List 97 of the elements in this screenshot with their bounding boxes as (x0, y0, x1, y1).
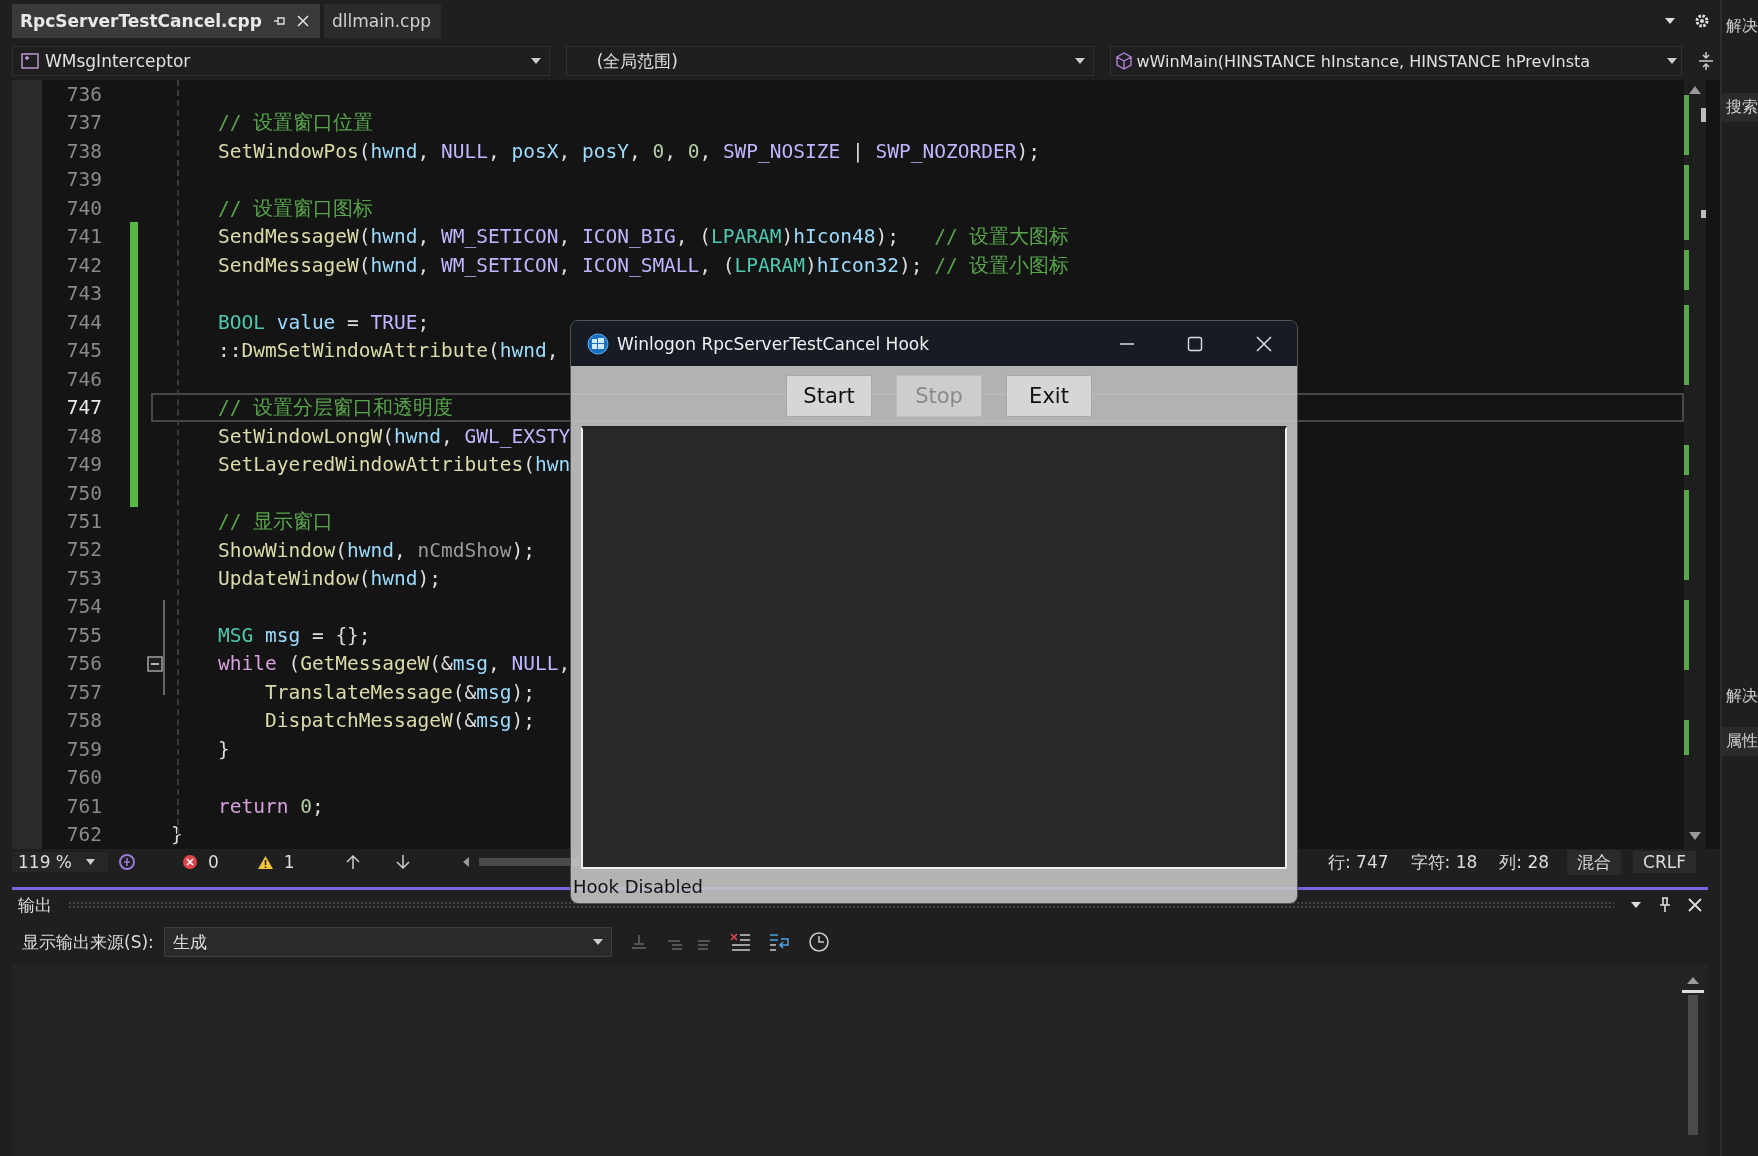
collapse-icon[interactable] (146, 655, 163, 672)
caret-icon (530, 58, 541, 64)
warning-count: 1 (283, 852, 295, 872)
line-number: 755 (65, 623, 102, 647)
settings-icon[interactable] (1694, 13, 1710, 29)
line-number: 739 (65, 168, 102, 192)
dropdown-caret-icon[interactable] (1664, 17, 1676, 25)
project-icon (21, 53, 39, 69)
split-icon[interactable] (1698, 51, 1714, 71)
line-number: 741 (65, 225, 102, 249)
side-panel-tab[interactable]: 解决 (1722, 12, 1758, 41)
line-number: 756 (65, 652, 102, 676)
dropdown-caret-icon[interactable] (1630, 901, 1642, 909)
code-line: ShowWindow(hwnd, nCmdShow); (217, 538, 535, 562)
code-line: TranslateMessage(&msg); (264, 680, 535, 704)
code-line: } (217, 737, 230, 761)
line-number: 761 (65, 794, 102, 818)
caret-icon (1074, 58, 1085, 64)
caret-icon (592, 939, 603, 945)
window-title: Winlogon RpcServerTestCancel Hook (617, 333, 930, 354)
code-line: UpdateWindow(hwnd); (217, 567, 442, 590)
code-line: return 0; (217, 794, 324, 818)
line-number: 736 (65, 82, 102, 106)
code-line: ::DwmSetWindowAttribute(hwnd, (217, 339, 559, 363)
code-line: while (GetMessageW(&msg, NULL, (217, 652, 571, 676)
side-panel-tab[interactable]: 属性 (1722, 727, 1758, 756)
word-wrap-icon[interactable] (767, 931, 792, 953)
maximize-icon[interactable] (1187, 335, 1203, 352)
line-number: 749 (65, 453, 102, 477)
code-line: // 设置窗口位置 (217, 110, 374, 137)
line-number: 745 (65, 339, 102, 363)
line-indicator: 行: 747 (1327, 850, 1389, 874)
error-icon[interactable] (182, 854, 198, 870)
pin-icon[interactable] (271, 14, 286, 28)
line-ending-selector[interactable]: CRLF (1633, 851, 1696, 873)
code-line: // 设置窗口图标 (217, 195, 374, 222)
line-number: 753 (65, 566, 102, 590)
code-line: SetWindowPos(hwnd, NULL, posX, posY, 0, 0, SWP_NOSIZE | SWP_NOZORDER); (217, 139, 1040, 163)
code-line: SetWindowLongW(hwnd, GWL_EXSTY (217, 424, 571, 448)
scope-dropdown[interactable]: (全局范围) (565, 46, 1094, 76)
line-number: 744 (65, 310, 102, 334)
line-number: 748 (65, 424, 102, 448)
scroll-bar[interactable] (1684, 80, 1706, 849)
error-count: 0 (208, 852, 219, 872)
line-number: 746 (65, 367, 102, 391)
cube-icon (1114, 52, 1133, 70)
side-panel-tab[interactable]: 搜索 (1722, 93, 1758, 122)
code-line: BOOL value = TRUE; (217, 310, 430, 334)
caret-icon (1667, 58, 1677, 64)
code-line: SendMessageW(hwnd, WM_SETICON, ICON_BIG, (LPARAM)hIcon48); // 设置大图标 (217, 224, 1070, 251)
warning-icon[interactable] (256, 854, 274, 870)
code-line: DispatchMessageW(&msg); (264, 709, 535, 733)
line-number: 751 (65, 510, 102, 533)
line-number: 747 (65, 396, 102, 420)
source-label: 显示输出来源(S): (22, 930, 154, 954)
up-arrow-icon[interactable] (344, 854, 361, 870)
line-number: 760 (65, 766, 102, 790)
line-number: 738 (65, 139, 102, 163)
project-dropdown[interactable]: WMsgInterceptor (12, 46, 550, 76)
line-number: 758 (65, 709, 102, 733)
dialog-button[interactable]: Start (786, 375, 872, 417)
dialog-button[interactable]: Exit (1006, 375, 1092, 417)
close-icon[interactable] (1255, 334, 1273, 353)
status-text: Hook Disabled (573, 875, 703, 897)
code-line: SetLayeredWindowAttributes(hwn (217, 453, 571, 477)
line-number: 759 (65, 737, 102, 761)
line-number: 757 (65, 680, 102, 704)
close-icon[interactable] (1688, 898, 1702, 912)
close-icon[interactable] (295, 14, 310, 28)
encoding-selector[interactable]: 混合 (1567, 849, 1622, 875)
side-panel-tab[interactable]: 解决 (1722, 682, 1758, 711)
code-line: // 显示窗口 (217, 509, 334, 535)
code-line: SendMessageW(hwnd, WM_SETICON, ICON_SMALL, (LPARAM)hIcon32); // 设置小图标 (217, 252, 1070, 279)
pin-icon[interactable] (1658, 897, 1672, 913)
source-dropdown[interactable]: 生成 (163, 927, 612, 957)
char-indicator: 字符: 18 (1410, 850, 1478, 874)
line-number: 750 (65, 481, 102, 505)
line-number: 740 (65, 196, 102, 220)
caret-icon (86, 859, 95, 865)
member-dropdown[interactable]: wWinMain(HINSTANCE hInstance, HINSTANCE hPrevInsta (1109, 46, 1682, 76)
file-tab[interactable]: RpcServerTestCancel.cpp (12, 4, 320, 38)
zoom-dropdown[interactable]: 119 % (12, 852, 108, 872)
file-tab[interactable]: dllmain.cpp (323, 4, 441, 38)
code-line: MSG msg = {}; (217, 623, 371, 647)
line-number: 743 (65, 282, 102, 306)
line-number: 762 (65, 823, 102, 847)
line-number: 754 (65, 595, 102, 619)
panel-title: 输出 (18, 893, 52, 917)
code-line: // 设置分层窗口和透明度 (217, 395, 454, 422)
down-arrow-icon[interactable] (394, 854, 411, 870)
line-number: 742 (65, 253, 102, 277)
app-icon (587, 332, 609, 355)
column-indicator: 列: 28 (1499, 850, 1550, 874)
line-number: 752 (65, 538, 102, 562)
clear-all-icon[interactable] (729, 932, 752, 952)
line-number: 737 (65, 111, 102, 135)
clock-icon[interactable] (807, 931, 830, 953)
